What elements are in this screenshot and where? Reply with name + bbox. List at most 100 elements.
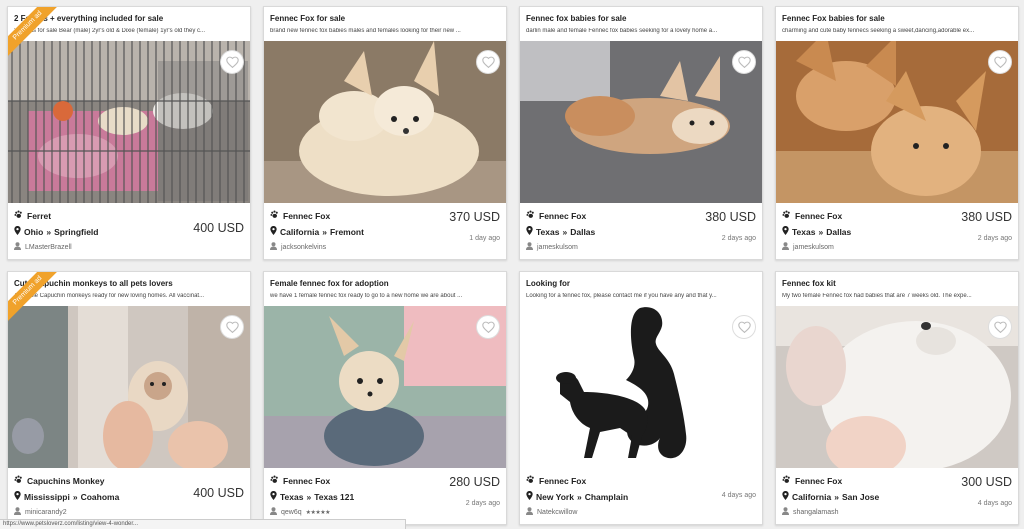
map-pin-icon (270, 491, 277, 502)
listing-price: 400 USD (193, 486, 244, 500)
listing-photo[interactable] (520, 306, 762, 468)
map-pin-icon (782, 491, 789, 502)
location-label[interactable]: Mississippi» Coahoma (14, 491, 119, 502)
location-separator: » (834, 491, 839, 502)
listing-title[interactable]: Fennec fox kit (782, 279, 1014, 288)
listing-card[interactable]: Fennec Fox for sale brand new fennec fox… (263, 6, 507, 260)
listing-title[interactable]: Fennec fox babies for sale (526, 14, 758, 23)
listing-photo[interactable] (8, 306, 250, 468)
location-state: Texas (792, 226, 816, 237)
listing-description: My two female Fennec fox had babies that… (782, 293, 972, 299)
listing-price: 370 USD (449, 210, 500, 224)
listing-grid: 2 Ferrets + everything included for sale… (0, 0, 1024, 529)
category-label[interactable]: Fennec Fox (526, 475, 586, 486)
listing-card[interactable]: Female fennec fox for adoption we have 1… (263, 271, 507, 525)
location-separator: » (322, 226, 327, 237)
user-icon (782, 242, 789, 252)
seller-username[interactable]: shangalamash (782, 507, 839, 517)
listing-description: Looking for a fennec fox, please contact… (526, 293, 717, 299)
favorite-heart-icon[interactable] (476, 315, 500, 339)
location-label[interactable]: Texas» Dallas (782, 226, 851, 237)
listing-price: 380 USD (961, 210, 1012, 224)
listing-photo[interactable] (520, 41, 762, 203)
listing-description: Adorable Capuchin monkeys ready for new … (14, 293, 205, 299)
listing-description: 2 ferrets for sale Bear (male) 2yr's old… (14, 28, 206, 34)
seller-name: LMasterBrazell (25, 243, 72, 251)
location-label[interactable]: Texas» Texas 121 (270, 491, 354, 502)
listing-date: 4 days ago (721, 492, 756, 499)
listing-description: we have 1 female fennec fox ready to go … (270, 293, 463, 299)
category-label[interactable]: Fennec Fox (526, 210, 586, 221)
location-label[interactable]: California» Fremont (270, 226, 364, 237)
category-label[interactable]: Fennec Fox (782, 475, 842, 486)
map-pin-icon (526, 226, 533, 237)
category-label[interactable]: Fennec Fox (270, 210, 330, 221)
location-city: Fremont (329, 226, 364, 237)
location-state: Ohio (24, 226, 44, 237)
seller-username[interactable]: jameskulsom (526, 242, 578, 252)
category-label[interactable]: Fennec Fox (782, 210, 842, 221)
user-icon (526, 507, 533, 517)
location-label[interactable]: Texas» Dallas (526, 226, 595, 237)
category-label[interactable]: Capuchins Monkey (14, 475, 104, 486)
location-label[interactable]: Ohio» Springfield (14, 226, 98, 237)
user-icon (270, 242, 277, 252)
listing-title[interactable]: 2 Ferrets + everything included for sale (14, 14, 246, 23)
location-separator: » (46, 226, 52, 237)
listing-title[interactable]: Fennec Fox babies for sale (782, 14, 1014, 23)
category-label[interactable]: Fennec Fox (270, 475, 330, 486)
category-label[interactable]: Ferret (14, 210, 51, 221)
favorite-heart-icon[interactable] (476, 50, 500, 74)
listing-photo[interactable] (264, 306, 506, 468)
listing-title[interactable]: Fennec Fox for sale (270, 14, 502, 23)
seller-username[interactable]: minicarandy2 (14, 507, 67, 517)
seller-username[interactable]: LMasterBrazell (14, 242, 72, 252)
seller-username[interactable]: jameskulsom (782, 242, 834, 252)
seller-username[interactable]: Natekcwillow (526, 507, 577, 517)
listing-card[interactable]: 2 Ferrets + everything included for sale… (7, 6, 251, 260)
favorite-heart-icon[interactable] (988, 50, 1012, 74)
listing-photo[interactable] (776, 41, 1018, 203)
seller-rating-stars: ★★★★★ (305, 509, 331, 516)
listing-card[interactable]: Cute Capuchin monkeys to all pets lovers… (7, 271, 251, 525)
location-separator: » (562, 226, 568, 237)
listing-photo[interactable] (8, 41, 250, 203)
location-city: Coahoma (80, 491, 120, 502)
location-label[interactable]: California» San Jose (782, 491, 879, 502)
favorite-heart-icon[interactable] (732, 50, 756, 74)
paw-icon (270, 210, 279, 221)
location-state: New York (536, 491, 574, 502)
user-icon (14, 507, 21, 517)
listing-title[interactable]: Looking for (526, 279, 758, 288)
location-city: Dallas (570, 226, 596, 237)
listing-date: 1 day ago (469, 235, 500, 242)
favorite-heart-icon[interactable] (732, 315, 756, 339)
paw-icon (14, 210, 23, 221)
location-label[interactable]: New York» Champlain (526, 491, 628, 502)
favorite-heart-icon[interactable] (220, 50, 244, 74)
seller-name: jameskulsom (793, 243, 834, 251)
listing-card[interactable]: Looking for Looking for a fennec fox, pl… (519, 271, 763, 525)
category-text: Ferret (27, 210, 52, 221)
listing-date: 2 days ago (721, 235, 756, 242)
seller-name: Natekcwillow (537, 508, 578, 516)
map-pin-icon (14, 226, 21, 237)
seller-username[interactable]: jacksonkelvins (270, 242, 326, 252)
map-pin-icon (14, 491, 21, 502)
listing-title[interactable]: Female fennec fox for adoption (270, 279, 502, 288)
listing-card[interactable]: Fennec Fox babies for sale charming and … (775, 6, 1019, 260)
listing-date: 2 days ago (465, 500, 500, 507)
category-text: Fennec Fox (795, 475, 843, 486)
listing-title[interactable]: Cute Capuchin monkeys to all pets lovers (14, 279, 246, 288)
listing-card[interactable]: Fennec fox kit My two female Fennec fox … (775, 271, 1019, 525)
listing-card[interactable]: Fennec fox babies for sale darlin male a… (519, 6, 763, 260)
listing-photo[interactable] (264, 41, 506, 203)
listing-description: darlin male and female Fennec fox babies… (526, 28, 718, 34)
seller-username[interactable]: qew6q ★★★★★ (270, 507, 331, 517)
listing-photo[interactable] (776, 306, 1018, 468)
favorite-heart-icon[interactable] (988, 315, 1012, 339)
map-pin-icon (782, 226, 789, 237)
paw-icon (526, 210, 535, 221)
listing-price: 380 USD (705, 210, 756, 224)
favorite-heart-icon[interactable] (220, 315, 244, 339)
